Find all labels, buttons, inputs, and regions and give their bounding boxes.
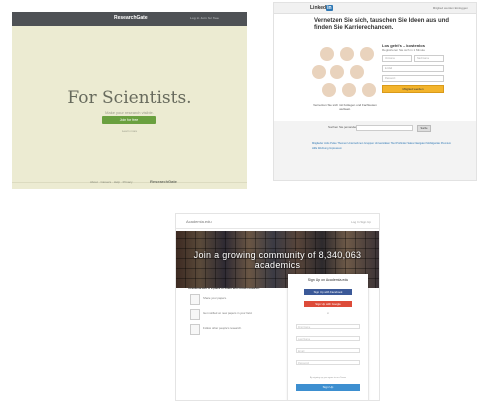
- footer-logo: ResearchGate: [150, 179, 177, 184]
- member-photo: [330, 65, 344, 79]
- feature-label: Follow other people's research.: [203, 326, 242, 330]
- member-photo: [360, 47, 374, 61]
- form-subtitle: Registrieren Sie sich in 1 Minute: [382, 48, 426, 52]
- member-photo: [362, 83, 376, 97]
- join-banner: Join a growing community of 8,340,063 ac…: [193, 250, 362, 270]
- paper-icon: [190, 294, 200, 305]
- password-field[interactable]: Password: [296, 360, 360, 365]
- member-photo: [340, 47, 354, 61]
- notification-icon: [190, 309, 200, 320]
- facebook-signup-button[interactable]: Sign Up with Facebook: [304, 289, 352, 295]
- footer-section: Suchen Sie jemanden Suche Mitglieder Job…: [274, 121, 476, 180]
- password-field[interactable]: Passwort: [382, 75, 444, 82]
- terms-text: By signing up you agree to our Terms: [309, 377, 347, 379]
- last-name-field[interactable]: Last Name: [296, 336, 360, 341]
- join-button[interactable]: Join for free: [102, 116, 156, 124]
- signup-title: Sign Up on Academia.edu: [307, 278, 349, 282]
- learn-more-link[interactable]: Learn more: [12, 129, 247, 133]
- researchgate-screenshot: ResearchGate Log in Join for free For Sc…: [12, 12, 247, 189]
- member-photo: [350, 65, 364, 79]
- signup-form: Los geht's – kostenlos Registrieren Sie …: [382, 43, 444, 111]
- feature-label: Get notified on new papers in your field…: [203, 311, 253, 315]
- email-field[interactable]: E-Mail: [382, 65, 444, 72]
- google-signup-button[interactable]: Sign Up with Google: [304, 301, 352, 307]
- academia-logo: Academia.edu: [186, 219, 212, 224]
- last-name-field[interactable]: Nachname: [414, 55, 444, 62]
- join-button[interactable]: Mitglied werden: [382, 85, 444, 93]
- member-photo: [322, 83, 336, 97]
- signup-panel: Sign Up on Academia.edu Sign Up with Fac…: [288, 274, 368, 400]
- photo-caption: Vernetzen Sie sich mit Kollegen und Fach…: [313, 103, 377, 111]
- intro-title: Academia.edu is a place to share and fol…: [188, 286, 260, 290]
- logo: ResearchGate: [114, 15, 148, 21]
- headline: Vernetzen Sie sich, tauschen Sie Ideen a…: [314, 18, 450, 31]
- first-name-field[interactable]: Vorname: [382, 55, 412, 62]
- directory-links[interactable]: Mitglieder Jobs Pulse Themen Unternehmen…: [312, 141, 452, 151]
- top-links[interactable]: Mitglied werden Einloggen: [433, 6, 468, 10]
- footer-links[interactable]: About · Careers · Help · Privacy: [90, 180, 133, 184]
- academia-screenshot: Academia.edu Log In Sign Up Join a growi…: [175, 213, 380, 401]
- top-bar: ResearchGate Log in Join for free: [12, 12, 247, 26]
- nav-bar: Academia.edu Log In Sign Up: [176, 214, 379, 229]
- linkedin-logo: Linkedin: [310, 5, 333, 11]
- or-divider: or: [326, 312, 330, 315]
- first-name-field[interactable]: First Name: [296, 324, 360, 329]
- feature-label: Share your papers.: [203, 296, 227, 300]
- member-photo: [312, 65, 326, 79]
- people-icon: [190, 324, 200, 335]
- search-label: Suchen Sie jemanden: [328, 125, 358, 129]
- top-bar: Linkedin Mitglied werden Einloggen: [274, 3, 476, 14]
- member-photo: [342, 83, 356, 97]
- linkedin-screenshot: Linkedin Mitglied werden Einloggen Verne…: [273, 2, 477, 181]
- search-input[interactable]: [356, 125, 413, 131]
- search-button[interactable]: Suche: [417, 125, 431, 132]
- top-links[interactable]: Log in Join for free: [190, 16, 219, 20]
- member-photo: [320, 47, 334, 61]
- nav-links[interactable]: Log In Sign Up: [351, 220, 371, 224]
- subtitle: Make your research visible.: [105, 110, 154, 115]
- email-field[interactable]: Email: [296, 348, 360, 353]
- headline: For Scientists.: [67, 88, 192, 108]
- signup-button[interactable]: Sign Up: [296, 384, 360, 391]
